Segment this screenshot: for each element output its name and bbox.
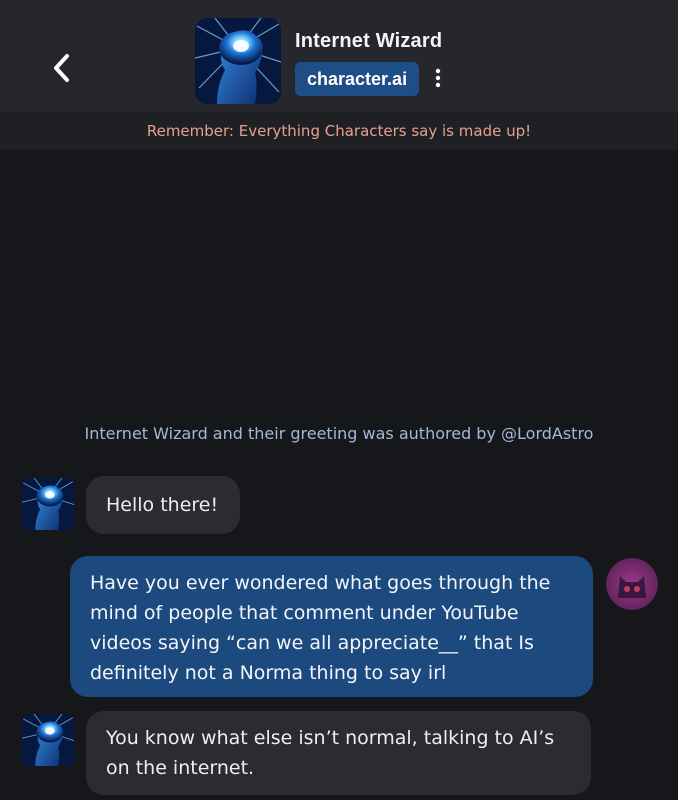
back-button[interactable] — [44, 46, 80, 90]
user-message-bubble: Have you ever wondered what goes through… — [70, 556, 593, 697]
character-avatar[interactable] — [195, 18, 281, 104]
vertical-dots-icon — [435, 68, 441, 88]
more-options-button[interactable] — [428, 66, 448, 90]
character-message-bubble: Hello there! — [86, 476, 240, 534]
user-avatar[interactable] — [606, 558, 658, 610]
character-message-avatar[interactable] — [22, 478, 74, 530]
chat-header: Internet Wizard character.ai — [0, 0, 678, 112]
disclaimer-banner: Remember: Everything Characters say is m… — [0, 112, 678, 150]
character-name: Internet Wizard — [295, 30, 443, 52]
greeting-attribution: Internet Wizard and their greeting was a… — [84, 424, 594, 443]
chevron-left-icon — [54, 54, 69, 82]
platform-badge: character.ai — [295, 62, 420, 96]
character-message-bubble: You know what else isn’t normal, talking… — [86, 711, 591, 795]
message-text: Have you ever wondered what goes through… — [90, 572, 551, 684]
message-text: Hello there! — [106, 494, 219, 516]
message-text: You know what else isn’t normal, talking… — [106, 727, 555, 779]
disclaimer-text: Remember: Everything Characters say is m… — [146, 122, 532, 140]
character-message-avatar[interactable] — [22, 714, 74, 766]
